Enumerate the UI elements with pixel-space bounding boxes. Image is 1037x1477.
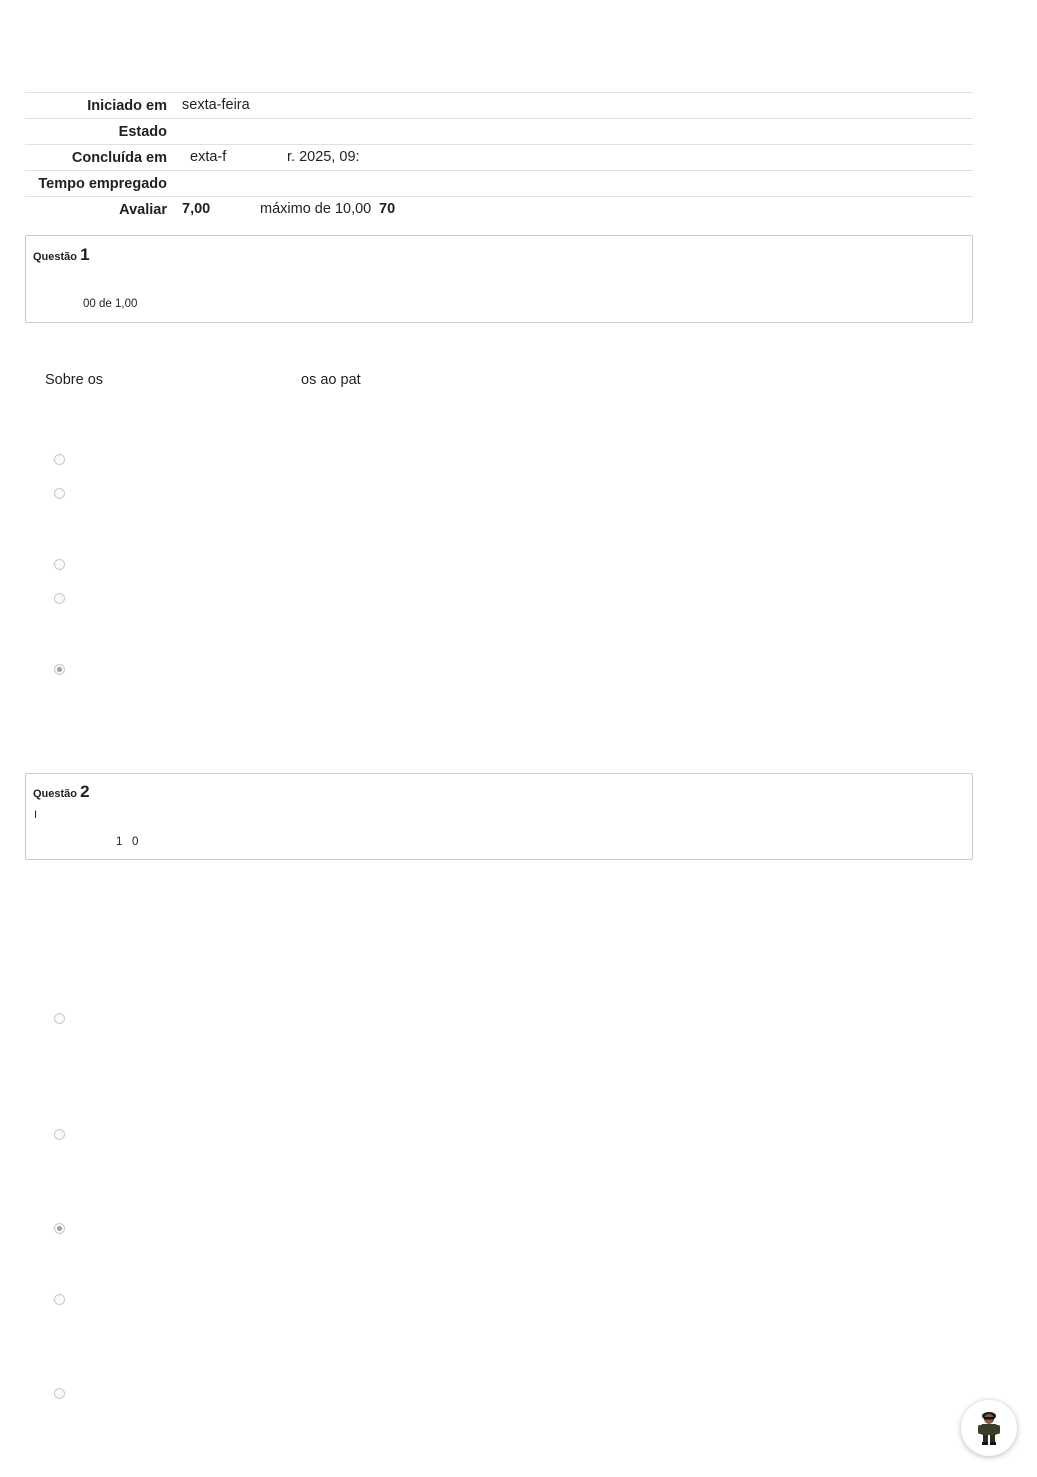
summary-label: Tempo empregado [25,170,182,197]
question-1-option-radio[interactable] [54,488,65,499]
question-1-info: Questão 1 00 de 1,00 [25,235,973,323]
grade-value: 7,00 [182,201,211,217]
question-1-option-radio[interactable] [54,559,65,570]
summary-label: Avaliar [25,196,182,222]
summary-row-state: Estado [25,118,973,145]
question-1-option-radio-selected[interactable] [54,664,65,675]
question-grade: 00 de 1,00 [83,298,138,310]
question-2-option-radio[interactable] [54,1129,65,1140]
summary-row-completed: Concluída em exta-f r. 2025, 09: [25,144,973,171]
question-1-text-fragment: os ao pat [301,372,361,388]
summary-label: Concluída em [25,144,182,171]
summary-row-started: Iniciado em sexta-feira [25,92,973,119]
question-grade-max: 0 [132,836,139,848]
summary-row-grade: Avaliar 7,00 máximo de 10,00 70 [25,196,973,222]
assistant-button[interactable] [961,1400,1017,1456]
question-2-option-radio-selected[interactable] [54,1223,65,1234]
grade-percent: 70 [379,201,396,217]
question-number: Questão 1 [33,245,90,264]
summary-label: Iniciado em [25,92,182,119]
summary-value: r. 2025, 09: [287,149,360,165]
question-1-option-radio[interactable] [54,593,65,604]
question-2-info: Questão 2 I 1 0 [25,773,973,860]
summary-value: sexta-feira [182,97,250,113]
question-2-option-radio[interactable] [54,1294,65,1305]
question-state: I [34,809,38,821]
summary-label: Estado [25,118,182,145]
summary-value: exta-f [190,149,227,165]
summary-row-time-taken: Tempo empregado [25,170,973,197]
question-2-option-radio[interactable] [54,1388,65,1399]
attempt-summary-table: Iniciado em sexta-feira Estado Concluída… [25,92,973,222]
question-number: Questão 2 [33,782,90,801]
question-1-option-radio[interactable] [54,454,65,465]
question-1-text-start: Sobre os [45,372,104,388]
grade-max-text: máximo de 10,00 [260,201,372,217]
assistant-avatar-icon [978,1412,1000,1445]
question-2-option-radio[interactable] [54,1013,65,1024]
question-grade: 1 [116,836,123,848]
